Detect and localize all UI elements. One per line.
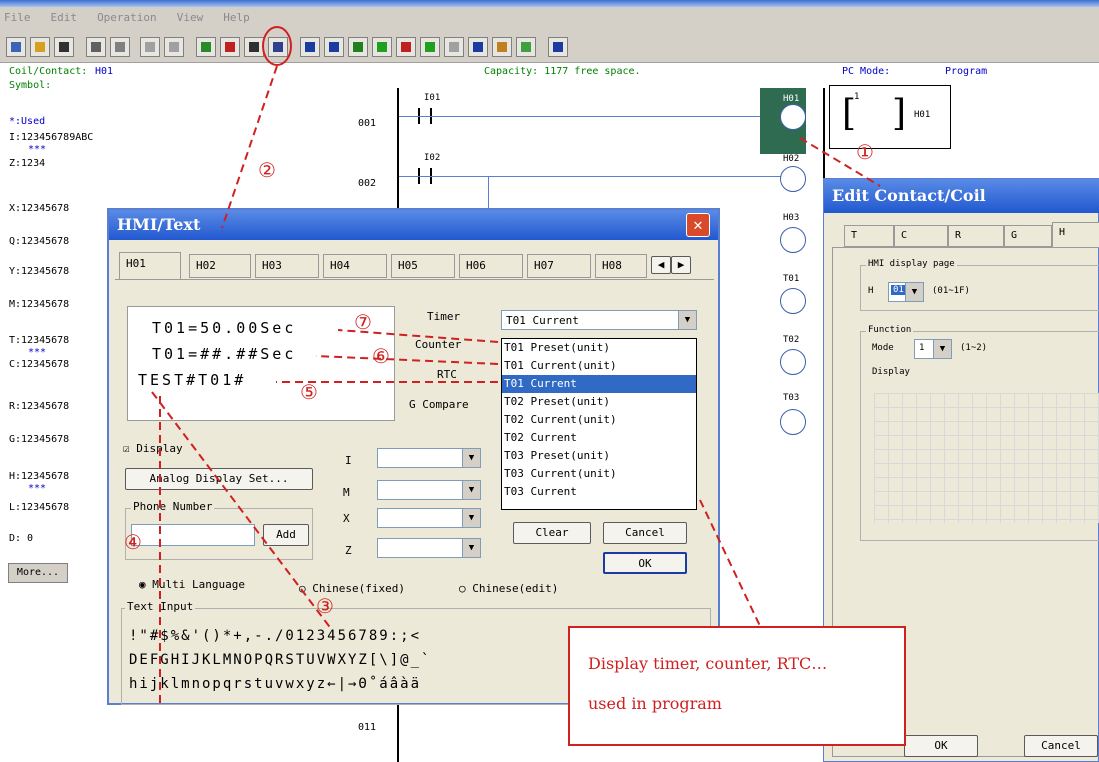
annotation-5: ⑤ (300, 380, 318, 404)
arrow-3 (151, 391, 333, 631)
annotation-1: ① (856, 140, 874, 164)
arrow-6 (315, 355, 499, 365)
callout-line-2: used in program (588, 694, 722, 713)
annotation-6: ⑥ (372, 344, 390, 368)
arrow-2 (221, 65, 278, 229)
annotation-7: ⑦ (354, 310, 372, 334)
arrow-callout (699, 499, 761, 627)
toolbar-highlight (262, 26, 292, 66)
callout-line-1: Display timer, counter, RTC… (588, 654, 828, 673)
annotation-4: ④ (124, 530, 142, 554)
annotation-3: ③ (316, 594, 334, 618)
callout-box: Display timer, counter, RTC… used in pro… (568, 626, 906, 746)
annotation-2: ② (258, 158, 276, 182)
annotation-arrows (151, 26, 881, 705)
